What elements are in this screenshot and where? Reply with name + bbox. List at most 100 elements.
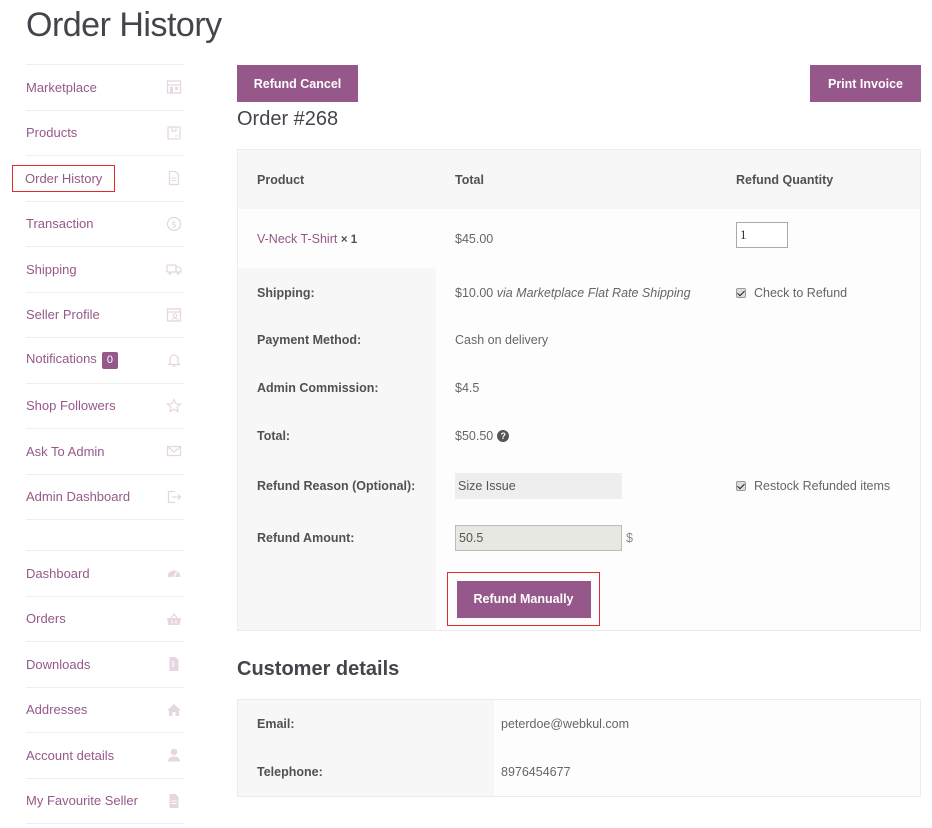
sign-out-icon [166,489,182,505]
sidebar-item-transaction[interactable]: Transaction $ [26,202,184,247]
basket-icon [166,611,182,627]
notification-count-badge: 0 [101,352,118,370]
shipping-value: $10.00 via Marketplace Flat Rate Shippin… [455,286,691,300]
total-value: $50.50 [455,429,494,443]
sidebar-item-label: Admin Dashboard [26,489,131,505]
check-to-refund-label: Check to Refund [754,286,848,300]
file-icon [166,793,182,809]
sidebar-item-shop-followers[interactable]: Shop Followers [26,384,184,429]
sidebar-item-label: Orders [26,611,66,627]
product-total: $45.00 [455,231,494,246]
shipping-row: Shipping: $10.00 via Marketplace Flat Ra… [238,269,920,317]
admin-commission-value: $4.5 [455,381,480,395]
telephone-label: Telephone: [257,765,323,779]
sidebar-item-label: Shipping [26,261,77,277]
sidebar-item-dashboard[interactable]: Dashboard [26,551,184,597]
truck-icon [166,261,182,277]
sidebar-item-label: Order History [11,164,116,192]
payment-method-label: Payment Method: [257,333,362,347]
sidebar-item-label: Transaction [26,216,94,232]
sidebar-item-ask-to-admin[interactable]: Ask To Admin [26,429,184,475]
product-link[interactable]: V-Neck T-Shirt [257,232,337,246]
shipping-label: Shipping: [257,286,315,300]
payment-method-row: Payment Method: Cash on delivery [238,316,920,364]
telephone-row: Telephone: 8976454677 [238,748,920,796]
sidebar-item-label: Ask To Admin [26,443,105,459]
table-header-row: Product Total Refund Quantity [238,150,920,209]
sidebar-item-label: Marketplace [26,79,97,95]
sidebar-item-seller-profile[interactable]: Seller Profile [26,293,184,338]
sidebar-item-label: Notifications 0 [26,351,118,370]
refund-cancel-button[interactable]: Refund Cancel [237,65,358,102]
email-value: peterdoe@webkul.com [501,717,630,731]
speedometer-icon [166,565,182,581]
notifications-label: Notifications [26,351,97,367]
refund-quantity-input[interactable] [736,222,788,248]
total-row: Total: $50.50? [238,412,920,460]
svg-text:$: $ [171,220,177,230]
customer-details-table: Email: peterdoe@webkul.com Telephone: 89… [237,699,921,797]
refund-reason-label: Refund Reason (Optional): [257,479,416,493]
email-row: Email: peterdoe@webkul.com [238,700,920,748]
product-quantity: × 1 [340,233,358,246]
refund-manually-highlight: Refund Manually [447,572,600,626]
seller-nav-list: Marketplace Products Order History Trans… [11,64,184,520]
help-icon[interactable]: ? [497,430,510,442]
sidebar-item-shipping[interactable]: Shipping [26,247,184,293]
sidebar-item-label: Downloads [26,656,91,672]
customer-details-title: Customer details [237,658,400,680]
checkbox-checked-icon[interactable] [736,288,746,298]
sidebar-item-my-favourite-seller[interactable]: My Favourite Seller [26,779,184,824]
currency-symbol: $ [626,531,633,545]
sidebar-item-notifications[interactable]: Notifications 0 [26,338,184,384]
file-download-icon [166,656,182,672]
store-icon [166,79,182,95]
sidebar-nav: Marketplace Products Order History Trans… [11,64,184,824]
print-invoice-button[interactable]: Print Invoice [810,65,921,102]
refund-amount-label: Refund Amount: [257,531,355,545]
telephone-value: 8976454677 [501,765,571,779]
admin-commission-row: Admin Commission: $4.5 [238,364,920,412]
refund-amount-input[interactable]: 50.5 [455,525,622,551]
bell-icon [166,352,182,368]
sidebar-item-downloads[interactable]: Downloads [26,642,184,688]
refund-manually-button[interactable]: Refund Manually [456,580,591,618]
profile-card-icon [166,307,182,323]
sidebar-item-label: Account details [26,747,115,763]
shipping-method: via Marketplace Flat Rate Shipping [496,286,691,300]
document-icon [166,170,182,186]
sidebar-item-marketplace[interactable]: Marketplace [26,65,184,111]
table-row: V-Neck T-Shirt × 1 $45.00 [238,209,920,268]
sidebar-item-label: My Favourite Seller [26,793,138,809]
sidebar-item-order-history[interactable]: Order History [11,156,184,202]
sidebar-item-label: Products [26,125,78,141]
check-to-refund-checkbox[interactable]: Check to Refund [736,286,847,300]
sidebar-item-admin-dashboard[interactable]: Admin Dashboard [26,475,184,520]
total-value-cell: $50.50? [455,429,510,443]
payment-method-value: Cash on delivery [455,333,549,347]
product-cell: V-Neck T-Shirt × 1 [257,232,357,246]
sidebar-item-orders[interactable]: Orders [26,597,184,642]
star-icon [166,397,182,414]
order-title: Order #268 [237,108,339,130]
shipping-amount: $10.00 [455,286,494,300]
sidebar-item-label: Dashboard [26,565,90,581]
sidebar-item-addresses[interactable]: Addresses [26,688,184,733]
home-icon [166,702,182,718]
refund-reason-input[interactable]: Size Issue [455,473,622,499]
checkbox-checked-icon[interactable] [736,481,746,491]
restock-refunded-items-checkbox[interactable]: Restock Refunded items [736,479,890,493]
order-details-table: Product Total Refund Quantity V-Neck T-S… [237,149,921,631]
refund-reason-row: Refund Reason (Optional): Size Issue Res… [238,462,920,510]
sidebar-item-label: Addresses [26,702,88,718]
admin-commission-label: Admin Commission: [257,381,379,395]
sidebar-item-account-details[interactable]: Account details [26,733,184,779]
email-label: Email: [257,717,295,731]
total-column-header: Total [455,172,484,187]
page-title: Order History [26,6,222,44]
sidebar-item-label: Shop Followers [26,398,116,414]
sidebar-item-label: Seller Profile [26,307,100,323]
product-column-header: Product [257,172,305,187]
restock-refunded-items-label: Restock Refunded items [754,479,891,493]
sidebar-item-products[interactable]: Products [26,111,184,156]
